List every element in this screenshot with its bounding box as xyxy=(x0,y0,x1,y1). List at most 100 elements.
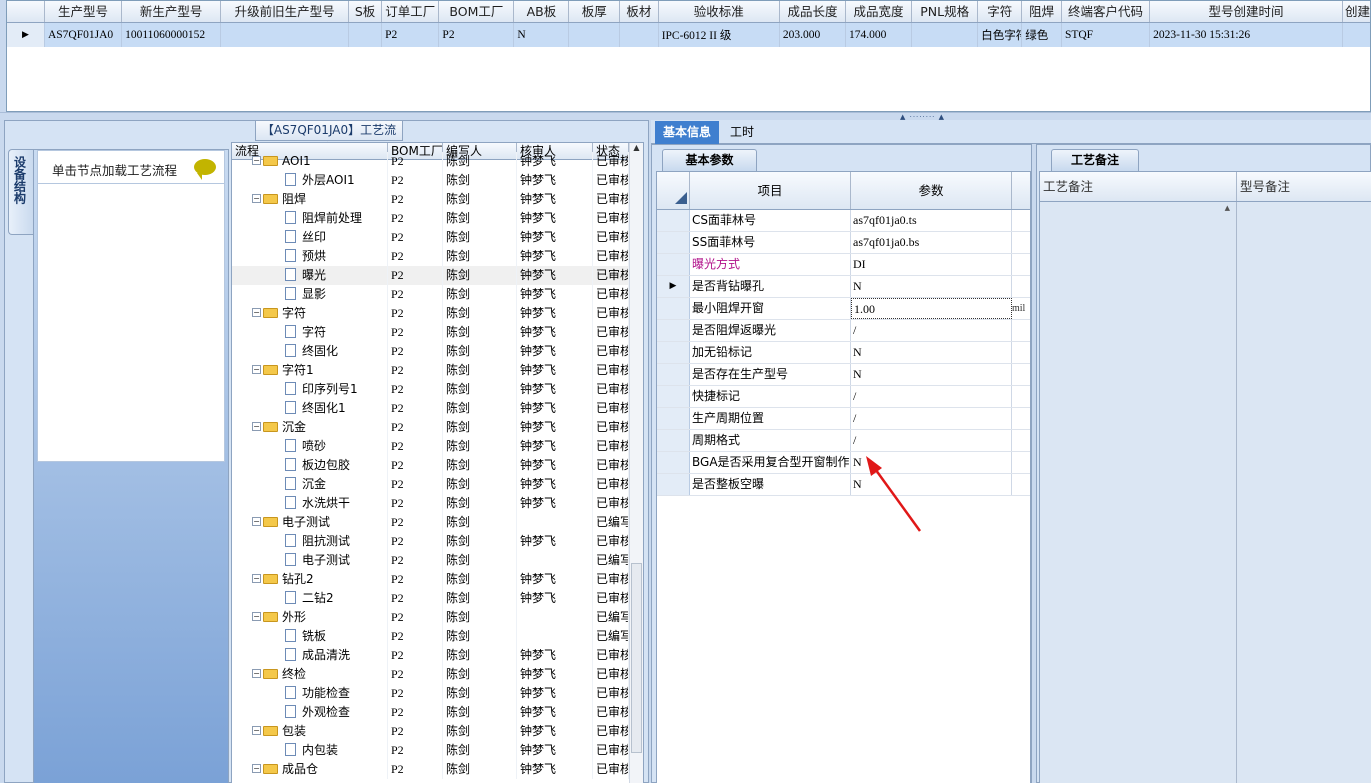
tree-node[interactable]: − 钻孔2 xyxy=(232,570,388,589)
table-cell[interactable] xyxy=(220,22,350,47)
col-header[interactable]: 验收标准 xyxy=(658,1,780,23)
param-row[interactable]: 周期格式 / xyxy=(657,430,1030,452)
param-row[interactable]: 是否阻焊返曝光 / xyxy=(657,320,1030,342)
param-row[interactable]: 曝光方式 DI xyxy=(657,254,1030,276)
param-row[interactable]: 是否存在生产型号 N xyxy=(657,364,1030,386)
param-row[interactable]: SS面菲林号 as7qf01ja0.bs xyxy=(657,232,1030,254)
col-header-item[interactable]: 项目 xyxy=(690,172,851,209)
tree-node[interactable]: 电子测试 xyxy=(232,551,388,570)
tree-row[interactable]: 曝光 P2 陈剑 钟梦飞 已审核 xyxy=(232,266,643,285)
tree-row[interactable]: 内包装 P2 陈剑 钟梦飞 已审核 xyxy=(232,741,643,760)
table-cell[interactable]: 10011060000152 xyxy=(121,22,222,47)
tree-row[interactable]: − 字符 P2 陈剑 钟梦飞 已审核 xyxy=(232,304,643,323)
tree-row[interactable]: − 字符1 P2 陈剑 钟梦飞 已审核 xyxy=(232,361,643,380)
param-row[interactable]: 是否整板空曝 N xyxy=(657,474,1030,496)
col-header[interactable]: 阻焊 xyxy=(1021,1,1062,23)
tree-row[interactable]: 电子测试 P2 陈剑 已编写 xyxy=(232,551,643,570)
tree-row[interactable]: 铣板 P2 陈剑 已编写 xyxy=(232,627,643,646)
tree-node[interactable]: 沉金 xyxy=(232,475,388,494)
tree-row[interactable]: 字符 P2 陈剑 钟梦飞 已审核 xyxy=(232,323,643,342)
tree-row[interactable]: 沉金 P2 陈剑 钟梦飞 已审核 xyxy=(232,475,643,494)
tree-row[interactable]: 阻抗测试 P2 陈剑 钟梦飞 已审核 xyxy=(232,532,643,551)
tree-node[interactable]: 水洗烘干 xyxy=(232,494,388,513)
col-header[interactable]: 生产型号 xyxy=(44,1,123,23)
table-cell[interactable]: STQF xyxy=(1061,22,1151,47)
collapse-icon[interactable]: − xyxy=(252,669,261,678)
table-cell[interactable]: 203.000 xyxy=(779,22,847,47)
tree-node[interactable]: 二钻2 xyxy=(232,589,388,608)
col-header[interactable]: 板厚 xyxy=(568,1,621,23)
param-value[interactable]: / xyxy=(851,408,1012,429)
col-header[interactable]: BOM工厂 xyxy=(438,1,515,23)
tree-node[interactable]: 外层AOI1 xyxy=(232,171,388,190)
tree-node[interactable]: 成品清洗 xyxy=(232,646,388,665)
table-row[interactable]: ▶ AS7QF01JA0 10011060000152 P2 P2 N IPC-6012 I… xyxy=(7,22,1370,47)
tree-node[interactable]: − 外形 xyxy=(232,608,388,627)
tree-row[interactable]: 阻焊前处理 P2 陈剑 钟梦飞 已审核 xyxy=(232,209,643,228)
table-cell[interactable]: IPC-6012 II 级 xyxy=(658,22,780,47)
tree-row[interactable]: − 钻孔2 P2 陈剑 钟梦飞 已审核 xyxy=(232,570,643,589)
param-row[interactable]: 生产周期位置 / xyxy=(657,408,1030,430)
param-value[interactable]: as7qf01ja0.bs xyxy=(851,232,1012,253)
param-value[interactable]: / xyxy=(851,320,1012,341)
tree-row[interactable]: − 包装 P2 陈剑 钟梦飞 已审核 xyxy=(232,722,643,741)
col-header[interactable]: 订单工厂 xyxy=(381,1,440,23)
col-header[interactable]: S板 xyxy=(348,1,383,23)
collapse-icon[interactable]: − xyxy=(252,574,261,583)
tab-equipment-structure[interactable]: 设备结构 xyxy=(8,149,34,235)
param-value[interactable]: N xyxy=(851,342,1012,363)
scroll-up-icon[interactable]: ▲ xyxy=(1225,204,1230,212)
tree-row[interactable]: − 阻焊 P2 陈剑 钟梦飞 已审核 xyxy=(232,190,643,209)
param-value[interactable]: 1.00 xyxy=(851,298,1012,319)
tree-row[interactable]: 外层AOI1 P2 陈剑 钟梦飞 已审核 xyxy=(232,171,643,190)
param-value[interactable]: / xyxy=(851,430,1012,451)
param-value[interactable]: N xyxy=(851,474,1012,495)
tree-node[interactable]: − 成品仓 xyxy=(232,760,388,779)
table-cell[interactable]: N xyxy=(513,22,570,47)
tab-work-hours[interactable]: 工时 xyxy=(725,121,759,144)
table-cell[interactable]: 绿色 xyxy=(1021,22,1062,47)
param-row[interactable]: 加无铅标记 N xyxy=(657,342,1030,364)
tree-node[interactable]: 丝印 xyxy=(232,228,388,247)
tree-node[interactable]: 印序列号1 xyxy=(232,380,388,399)
tree-node[interactable]: 预烘 xyxy=(232,247,388,266)
param-row[interactable]: 最小阻焊开窗 1.00 mil xyxy=(657,298,1030,320)
col-header[interactable]: 板材 xyxy=(619,1,659,23)
collapse-icon[interactable]: − xyxy=(252,726,261,735)
table-cell[interactable] xyxy=(568,22,621,47)
tree-node[interactable]: − AOI1 xyxy=(232,152,388,171)
table-cell[interactable]: 白色字符 xyxy=(977,22,1023,47)
col-header[interactable]: 终端客户代码 xyxy=(1061,1,1151,23)
table-cell[interactable] xyxy=(911,22,979,47)
param-row[interactable]: 快捷标记 / xyxy=(657,386,1030,408)
param-row[interactable]: CS面菲林号 as7qf01ja0.ts xyxy=(657,210,1030,232)
col-header[interactable]: AB板 xyxy=(513,1,570,23)
table-cell[interactable] xyxy=(348,22,383,47)
collapse-icon[interactable]: − xyxy=(252,517,261,526)
table-cell[interactable]: P2 xyxy=(438,22,515,47)
param-value[interactable]: DI xyxy=(851,254,1012,275)
tree-row[interactable]: 喷砂 P2 陈剑 钟梦飞 已审核 xyxy=(232,437,643,456)
tab-basic-info[interactable]: 基本信息 xyxy=(655,121,719,144)
tree-node[interactable]: 显影 xyxy=(232,285,388,304)
param-value[interactable]: N xyxy=(851,364,1012,385)
tree-node[interactable]: − 终检 xyxy=(232,665,388,684)
tree-row[interactable]: − 终检 P2 陈剑 钟梦飞 已审核 xyxy=(232,665,643,684)
collapse-icon[interactable]: − xyxy=(252,422,261,431)
tree-row[interactable]: 印序列号1 P2 陈剑 钟梦飞 已审核 xyxy=(232,380,643,399)
tab-process-remarks[interactable]: 工艺备注 xyxy=(1051,149,1139,171)
tree-node[interactable]: 喷砂 xyxy=(232,437,388,456)
col-header[interactable]: 成品长度 xyxy=(779,1,847,23)
scroll-up-icon[interactable]: ▲ xyxy=(630,143,643,152)
collapse-icon[interactable]: − xyxy=(252,365,261,374)
collapse-icon[interactable]: − xyxy=(252,194,261,203)
collapse-icon[interactable]: − xyxy=(252,308,261,317)
tree-row[interactable]: 水洗烘干 P2 陈剑 钟梦飞 已审核 xyxy=(232,494,643,513)
tree-row[interactable]: 终固化 P2 陈剑 钟梦飞 已审核 xyxy=(232,342,643,361)
param-value[interactable]: / xyxy=(851,386,1012,407)
tree-row[interactable]: − 外形 P2 陈剑 已编写 xyxy=(232,608,643,627)
col-header[interactable]: 新生产型号 xyxy=(121,1,222,23)
tree-row[interactable]: 成品清洗 P2 陈剑 钟梦飞 已审核 xyxy=(232,646,643,665)
tree-node[interactable]: 铣板 xyxy=(232,627,388,646)
process-remark-textarea[interactable]: ▲ xyxy=(1040,202,1237,783)
